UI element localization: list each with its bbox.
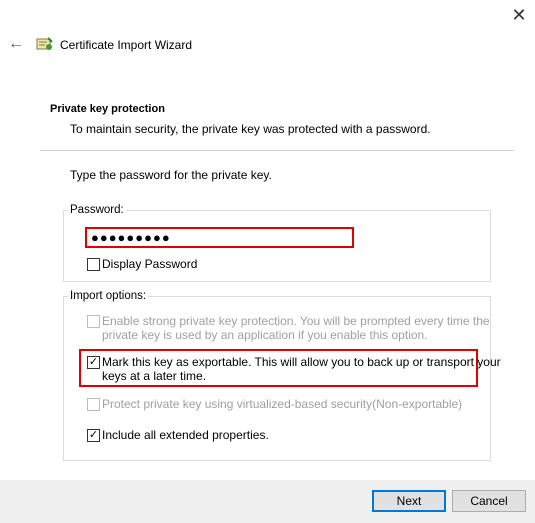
display-password-checkbox[interactable] (87, 258, 100, 271)
import-options-label: Import options: (68, 290, 149, 302)
exportable-label-line1[interactable]: Mark this key as exportable. This will a… (102, 355, 501, 369)
exportable-checkbox[interactable]: ✓ (87, 356, 100, 369)
strong-protection-label-line2: private key is used by an application if… (102, 328, 428, 342)
next-button[interactable]: Next (372, 490, 446, 512)
strong-protection-label-line1: Enable strong private key protection. Yo… (102, 314, 490, 328)
back-arrow-icon[interactable]: ← (6, 34, 26, 54)
display-password-label[interactable]: Display Password (102, 257, 197, 271)
strong-protection-checkbox[interactable] (87, 315, 100, 328)
password-value: ●●●●●●●●● (91, 230, 171, 245)
cancel-button[interactable]: Cancel (452, 490, 526, 512)
vbs-protection-label: Protect private key using virtualized-ba… (102, 397, 463, 411)
header-divider (40, 150, 514, 151)
password-field[interactable]: ●●●●●●●●● (85, 227, 354, 248)
instruction-text: Type the password for the private key. (70, 168, 272, 182)
vbs-protection-checkbox[interactable] (87, 398, 100, 411)
exportable-label-line2[interactable]: keys at a later time. (102, 369, 206, 383)
close-icon[interactable]: ✕ (508, 4, 530, 26)
extended-properties-label[interactable]: Include all extended properties. (102, 428, 269, 442)
certificate-icon (36, 36, 54, 52)
password-group-label: Password: (68, 204, 126, 216)
page-title: Private key protection (50, 103, 165, 115)
page-description: To maintain security, the private key wa… (70, 122, 431, 136)
extended-properties-checkbox[interactable]: ✓ (87, 429, 100, 442)
window-title: Certificate Import Wizard (60, 38, 193, 52)
